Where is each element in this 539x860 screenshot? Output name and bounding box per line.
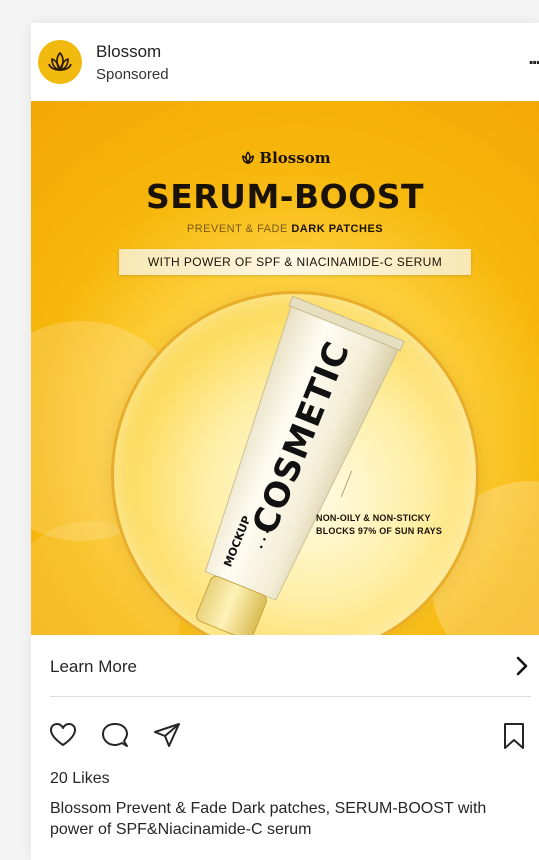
claim-sun: BLOCKS 97% OF SUN RAYS (316, 526, 443, 536)
chevron-right-icon[interactable] (515, 655, 529, 677)
action-bar (31, 713, 539, 757)
post-header: Blossom Sponsored ... (31, 23, 539, 101)
claim-oily: NON-OILY & NON-STICKY (316, 513, 431, 523)
bookmark-icon[interactable] (502, 721, 526, 751)
divider (50, 696, 531, 697)
product-claims: NON-OILY & NON-STICKY BLOCKS 97% OF SUN … (316, 512, 442, 538)
share-icon[interactable] (152, 721, 182, 749)
post-caption: Blossom Prevent & Fade Dark patches, SER… (50, 800, 487, 838)
comment-icon[interactable] (101, 721, 129, 749)
heart-icon[interactable] (49, 721, 77, 749)
ad-image[interactable]: Blossom SERUM-BOOST PREVENT & FADE DARK … (31, 101, 539, 635)
sponsored-post-card: Blossom Sponsored ... Blossom SERUM-BOOS… (31, 23, 539, 860)
likes-count[interactable]: 20 Likes (50, 770, 110, 788)
avatar[interactable] (38, 40, 82, 84)
sponsored-label: Sponsored (96, 66, 169, 83)
account-name[interactable]: Blossom (96, 42, 161, 62)
lotus-logo-icon (48, 52, 72, 71)
learn-more-row[interactable]: Learn More (31, 635, 539, 697)
product-tube: COSMETIC • • • MOCKUP (196, 295, 405, 635)
learn-more-label[interactable]: Learn More (50, 657, 137, 677)
more-icon[interactable]: ... (528, 47, 539, 70)
